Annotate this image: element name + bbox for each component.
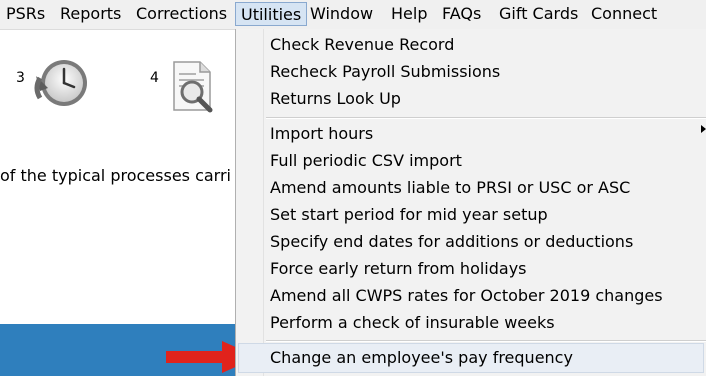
menu-reports[interactable]: Reports [60, 2, 121, 26]
step-4-number: 4 [150, 70, 159, 86]
menu-psrs[interactable]: PSRs [6, 2, 45, 26]
process-description: of the typical processes carri [0, 166, 231, 185]
menu-separator [266, 117, 706, 119]
submenu-arrow-icon [701, 125, 706, 133]
menu-item-change-pay-frequency[interactable]: Change an employee's pay frequency [270, 345, 573, 371]
menu-item-amend-prsi-usc-asc[interactable]: Amend amounts liable to PRSI or USC or A… [270, 175, 630, 201]
menu-gift-cards[interactable]: Gift Cards [499, 2, 578, 26]
menu-item-specify-end-dates[interactable]: Specify end dates for additions or deduc… [270, 229, 633, 255]
menu-separator [266, 340, 706, 342]
menu-connect[interactable]: Connect [591, 2, 657, 26]
menu-item-set-start-period[interactable]: Set start period for mid year setup [270, 202, 548, 228]
step-3-number: 3 [16, 70, 25, 86]
document-search-icon[interactable] [170, 60, 220, 120]
menu-window[interactable]: Window [310, 2, 373, 26]
utilities-dropdown-menu: Check Revenue Record Recheck Payroll Sub… [235, 29, 706, 376]
menu-utilities[interactable]: Utilities [235, 2, 308, 26]
menu-item-import-hours[interactable]: Import hours [270, 121, 373, 147]
menu-item-check-insurable-weeks[interactable]: Perform a check of insurable weeks [270, 310, 555, 336]
menu-item-check-revenue-record[interactable]: Check Revenue Record [270, 32, 454, 58]
menu-help[interactable]: Help [391, 2, 427, 26]
menu-bar: PSRs Reports Corrections Utilities Windo… [0, 0, 706, 30]
menu-icon-gutter [263, 29, 264, 376]
clock-arrow-icon[interactable] [30, 58, 90, 114]
menu-corrections[interactable]: Corrections [136, 2, 227, 26]
menu-item-returns-look-up[interactable]: Returns Look Up [270, 86, 401, 112]
menu-item-amend-cwps-rates[interactable]: Amend all CWPS rates for October 2019 ch… [270, 283, 663, 309]
menu-item-recheck-payroll-submissions[interactable]: Recheck Payroll Submissions [270, 59, 500, 85]
menu-item-force-early-return[interactable]: Force early return from holidays [270, 256, 527, 282]
menu-item-full-periodic-csv-import[interactable]: Full periodic CSV import [270, 148, 462, 174]
menu-faqs[interactable]: FAQs [442, 2, 481, 26]
